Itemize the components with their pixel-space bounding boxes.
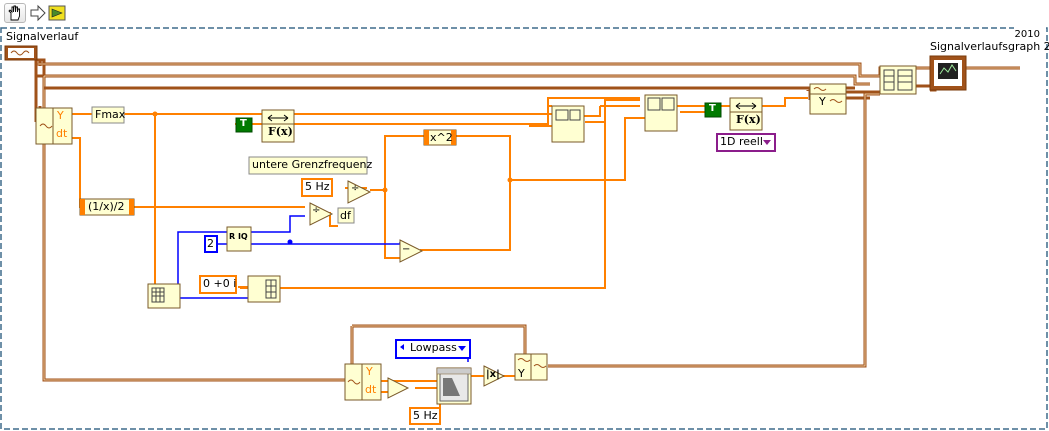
signalverlaufsgraph-label: Signalverlaufsgraph 2 bbox=[930, 40, 1049, 53]
y-input-build-bottom: Y bbox=[518, 367, 525, 380]
y-input-build-top: Y bbox=[819, 95, 826, 108]
signalverlauf-label: Signalverlauf bbox=[6, 30, 79, 43]
version-tag: 2010 bbox=[1015, 29, 1040, 40]
signalverlauf-terminal[interactable] bbox=[4, 45, 38, 61]
five-hz-bottom-label: 5 Hz bbox=[413, 409, 438, 422]
initialize-array-node[interactable] bbox=[247, 275, 281, 303]
arrow-right-icon bbox=[30, 4, 46, 22]
hand-icon bbox=[8, 5, 20, 21]
divide-mid-symbol: ÷ bbox=[312, 205, 321, 216]
dt-output-top: dt bbox=[56, 127, 68, 140]
signalverlaufsgraph-indicator[interactable] bbox=[929, 55, 967, 91]
highlight-execution-button[interactable] bbox=[48, 4, 66, 22]
reciprocal-half-label: (1/x)/2 bbox=[88, 200, 125, 213]
dt-output-bottom: dt bbox=[365, 383, 377, 396]
toolbar bbox=[0, 0, 1049, 26]
hand-tool-button[interactable] bbox=[4, 3, 26, 23]
flat-sequence-frame: 2010 Signalverlauf Signalverlaufsgraph 2… bbox=[0, 26, 1049, 431]
butterworth-filter-node[interactable] bbox=[436, 367, 472, 405]
lowpass-label: Lowpass bbox=[410, 341, 457, 354]
two-label: 2 bbox=[207, 237, 214, 250]
abs-value-symbol: |x| bbox=[486, 369, 500, 380]
fft-top-label: F(x) bbox=[268, 125, 293, 138]
divide-top-symbol: ÷ bbox=[351, 183, 360, 194]
build-waveform-top[interactable] bbox=[809, 83, 847, 115]
df-label: df bbox=[340, 209, 351, 222]
square-label: x^2 bbox=[430, 131, 453, 144]
five-hz-top-label: 5 Hz bbox=[305, 180, 330, 193]
complex-zero-label: 0 +0 i bbox=[203, 277, 237, 290]
array-size-node[interactable] bbox=[147, 283, 181, 309]
quotient-label: R IQ bbox=[229, 232, 248, 241]
y-output-top: Y bbox=[57, 109, 64, 122]
subtract-symbol: − bbox=[402, 244, 411, 255]
wire-junction bbox=[507, 177, 513, 183]
fft-right-label: F(x) bbox=[736, 113, 761, 126]
array-subset-node[interactable] bbox=[551, 105, 585, 143]
fmax-label: Fmax bbox=[95, 108, 126, 121]
true-constant-1-label: T bbox=[240, 118, 247, 129]
run-arrow-button[interactable] bbox=[29, 4, 47, 22]
wire-junction bbox=[287, 239, 293, 245]
wire-junction bbox=[152, 111, 158, 117]
true-constant-2-label: T bbox=[709, 103, 716, 114]
run-bulb-icon bbox=[48, 5, 66, 21]
y-output-bottom: Y bbox=[366, 365, 373, 378]
waveform-wire-highlight bbox=[36, 63, 1020, 381]
wire-junction bbox=[382, 187, 388, 193]
waveform-wires bbox=[34, 54, 1020, 382]
build-array-node[interactable] bbox=[879, 65, 917, 95]
replace-array-subset-node[interactable] bbox=[644, 94, 678, 132]
one-d-real-label: 1D reell bbox=[720, 135, 763, 148]
lower-cutoff-label: untere Grenzfrequenz bbox=[252, 158, 373, 171]
